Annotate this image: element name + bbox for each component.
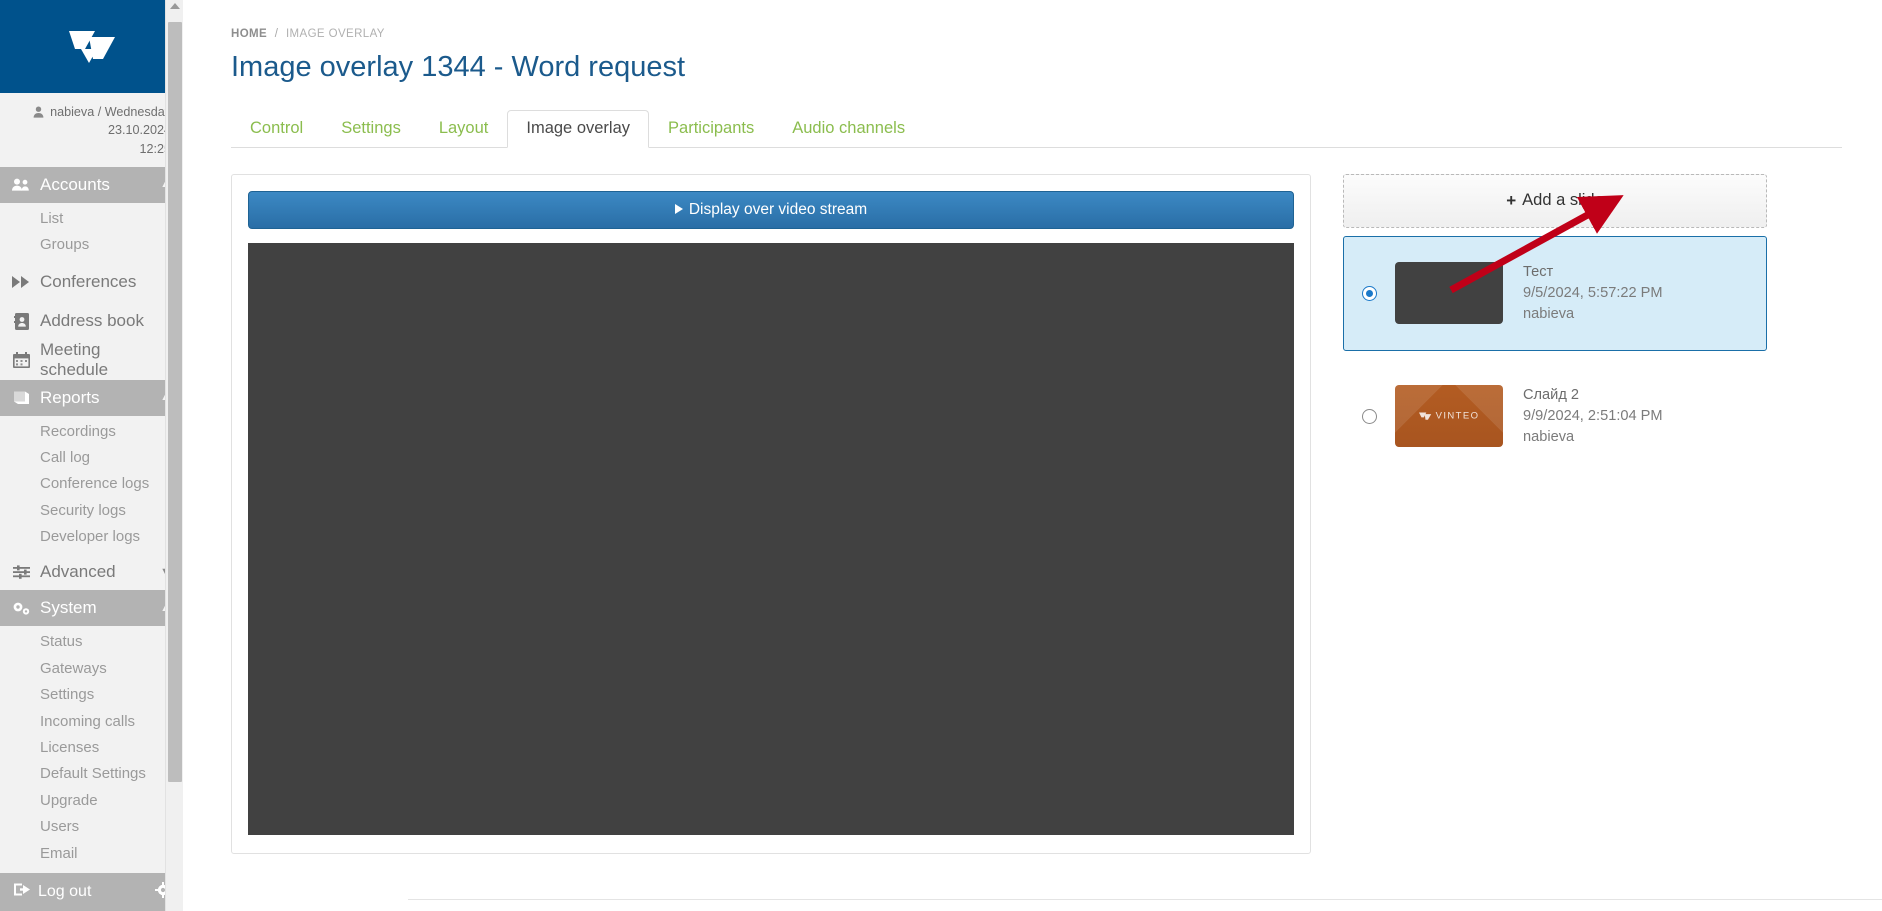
display-over-video-stream-button[interactable]: Display over video stream	[248, 190, 1294, 229]
main-content: HOME / IMAGE OVERLAY Image overlay 1344 …	[183, 0, 1882, 911]
sidebar-nav: Accounts ▲ List Groups Conferences	[0, 166, 183, 911]
slide-datetime: 9/5/2024, 5:57:22 PM	[1523, 284, 1663, 301]
user-info-line-1: nabieva / Wednesday 23.10.2024	[50, 105, 171, 138]
tab-participants[interactable]: Participants	[649, 110, 773, 148]
slide-datetime: 9/9/2024, 2:51:04 PM	[1523, 407, 1663, 424]
sidebar-group-system[interactable]: System ▲	[0, 590, 183, 627]
sidebar-item-incoming-calls[interactable]: Incoming calls	[0, 709, 183, 735]
sidebar-item-label: Meeting schedule	[40, 340, 109, 380]
breadcrumb-current: IMAGE OVERLAY	[285, 28, 385, 40]
sidebar-item-upgrade[interactable]: Upgrade	[0, 788, 183, 814]
slide-author: nabieva	[1523, 428, 1575, 445]
breadcrumb: HOME / IMAGE OVERLAY	[231, 28, 1842, 40]
breadcrumb-separator: /	[274, 28, 279, 40]
slide-thumbnail-2: VINTEO	[1395, 385, 1503, 448]
slide-meta-2: Слайд 2 9/9/2024, 2:51:04 PM nabieva	[1523, 385, 1663, 448]
tab-settings[interactable]: Settings	[322, 110, 420, 148]
sidebar-item-developer-logs[interactable]: Developer logs	[0, 524, 183, 550]
sidebar-item-groups[interactable]: Groups	[0, 232, 183, 258]
scrollbar-thumb[interactable]	[168, 22, 182, 782]
sidebar-item-conferences[interactable]: Conferences	[0, 263, 183, 302]
sidebar-group-advanced[interactable]: Advanced ▼	[0, 554, 183, 590]
sidebar-item-call-log[interactable]: Call log	[0, 445, 183, 471]
sidebar-item-label: Conferences	[40, 272, 137, 292]
slide-author: nabieva	[1523, 305, 1575, 322]
sidebar-item-default-settings[interactable]: Default Settings	[0, 761, 183, 787]
sidebar-group-accounts[interactable]: Accounts ▲	[0, 166, 183, 203]
overlay-content: Display over video stream + Add a slide …	[231, 173, 1842, 854]
app-root: nabieva / Wednesday 23.10.2024 12:25 Acc…	[0, 0, 1882, 911]
sidebar-subitems-system: Status Gateways Settings Incoming calls …	[0, 626, 183, 911]
sidebar-item-list[interactable]: List	[0, 206, 183, 232]
list-item[interactable]: Тест 9/5/2024, 5:57:22 PM nabieva	[1343, 235, 1767, 351]
sidebar-item-settings[interactable]: Settings	[0, 682, 183, 708]
address-book-icon	[10, 312, 32, 330]
slides-panel: + Add a slide Тест 9/5/2024, 5:57:22 PM …	[1343, 173, 1767, 854]
slide-radio-1[interactable]	[1362, 285, 1377, 301]
sidebar-group-reports[interactable]: Reports ▲	[0, 379, 183, 416]
book-icon	[10, 390, 32, 405]
gears-icon	[10, 601, 32, 616]
sidebar-group-label: Advanced	[40, 562, 116, 582]
overlay-preview-stage[interactable]	[248, 242, 1294, 835]
vinteo-logo-icon	[68, 30, 115, 63]
sidebar-item-users[interactable]: Users	[0, 814, 183, 840]
display-button-label: Display over video stream	[688, 200, 868, 218]
sidebar-item-meeting-schedule[interactable]: Meeting schedule	[0, 340, 183, 380]
slide-radio-2[interactable]	[1362, 408, 1377, 424]
sidebar-item-conference-logs[interactable]: Conference logs	[0, 471, 183, 497]
scroll-up-arrow-icon[interactable]	[170, 3, 180, 9]
sidebar-group-label: Accounts	[40, 174, 110, 194]
slide-name: Тест	[1523, 264, 1554, 280]
tab-bar: Control Settings Layout Image overlay Pa…	[231, 110, 1842, 148]
sidebar-item-gateways[interactable]: Gateways	[0, 656, 183, 682]
brand-logo[interactable]	[0, 0, 183, 93]
breadcrumb-home[interactable]: HOME	[231, 28, 267, 40]
plus-icon: +	[1506, 190, 1517, 210]
footer-divider	[408, 899, 1882, 900]
sidebar-subitems-accounts: List Groups	[0, 203, 183, 263]
user-icon	[33, 106, 44, 118]
sidebar-item-email[interactable]: Email	[0, 841, 183, 867]
sidebar-item-status[interactable]: Status	[0, 629, 183, 655]
tab-audio-channels[interactable]: Audio channels	[773, 110, 924, 148]
list-item[interactable]: VINTEO Слайд 2 9/9/2024, 2:51:04 PM nabi…	[1343, 359, 1767, 474]
sidebar-item-label: Address book	[40, 311, 144, 331]
sliders-icon	[10, 565, 32, 580]
sidebar-item-licenses[interactable]: Licenses	[0, 735, 183, 761]
sidebar-item-recordings[interactable]: Recordings	[0, 419, 183, 445]
add-slide-label: Add a slide	[1522, 191, 1604, 210]
slide-name: Слайд 2	[1523, 387, 1580, 403]
sidebar: nabieva / Wednesday 23.10.2024 12:25 Acc…	[0, 0, 183, 911]
add-slide-button[interactable]: + Add a slide	[1343, 173, 1767, 228]
tab-control[interactable]: Control	[231, 110, 322, 148]
logout-bar[interactable]: Log out	[0, 873, 183, 911]
logout-icon	[14, 882, 31, 902]
page-title: Image overlay 1344 - Word request	[231, 51, 686, 83]
sidebar-group-label: Reports	[40, 387, 100, 407]
fast-forward-icon	[10, 276, 32, 289]
slide-thumbnail-1	[1395, 262, 1503, 325]
tab-layout[interactable]: Layout	[420, 110, 508, 148]
slide-meta-1: Тест 9/5/2024, 5:57:22 PM nabieva	[1523, 262, 1663, 325]
slide-thumbnail-text: VINTEO	[1435, 410, 1480, 422]
calendar-icon	[10, 352, 32, 369]
vinteo-logo-icon: VINTEO	[1395, 411, 1503, 422]
logout-label: Log out	[38, 883, 92, 900]
sidebar-scrollbar[interactable]	[165, 0, 183, 911]
sidebar-item-security-logs[interactable]: Security logs	[0, 498, 183, 524]
sidebar-item-address-book[interactable]: Address book	[0, 302, 183, 341]
sidebar-group-label: System	[40, 598, 97, 618]
tab-image-overlay[interactable]: Image overlay	[507, 110, 650, 148]
play-icon	[674, 203, 683, 214]
users-icon	[10, 178, 32, 191]
user-info: nabieva / Wednesday 23.10.2024 12:25	[0, 93, 183, 167]
sidebar-subitems-reports: Recordings Call log Conference logs Secu…	[0, 416, 183, 555]
overlay-preview-panel: Display over video stream	[231, 173, 1311, 854]
